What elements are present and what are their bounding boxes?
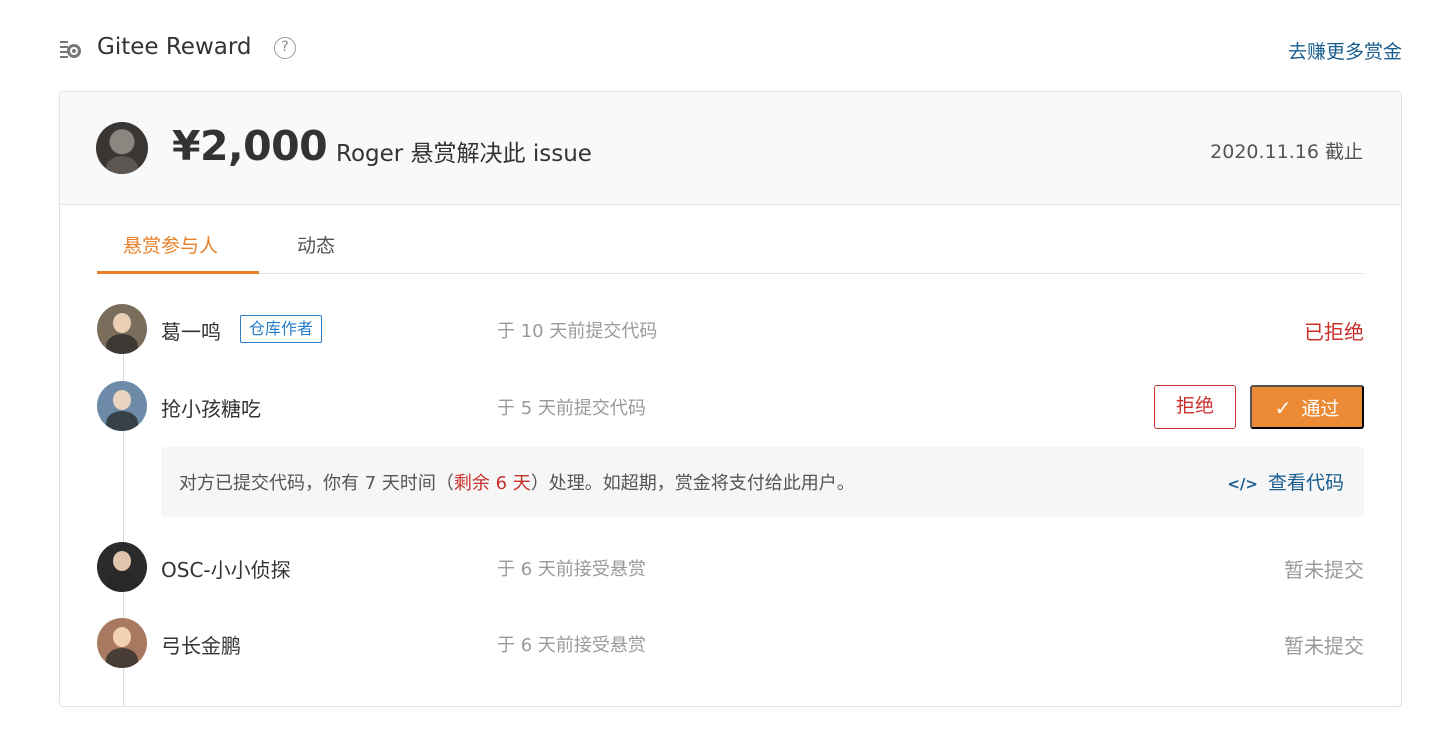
participant-time: 于 10 天前提交代码 [497,321,658,342]
submission-notice: 对方已提交代码，你有 7 天时间（剩余 6 天）处理。如超期，赏金将支付给此用户… [161,447,1364,517]
avatar[interactable] [97,381,147,431]
view-code-label: 查看代码 [1267,472,1344,494]
status-badge: 暂未提交 [1284,634,1364,658]
status-badge: 已拒绝 [1304,320,1364,344]
participant-row: 弓长金鹏 于 6 天前接受悬赏 暂未提交 [97,618,1364,670]
participant-name[interactable]: OSC-小小侦探 [161,554,291,583]
notice-text-before: 对方已提交代码，你有 7 天时间（ [179,473,454,494]
help-icon[interactable]: ? [274,37,296,59]
coin-stack-icon [60,41,81,58]
reward-description: Roger 悬赏解决此 issue [336,141,592,167]
notice-text-after: ）处理。如超期，赏金将支付给此用户。 [530,473,855,494]
participant-time: 于 6 天前接受悬赏 [497,635,646,656]
participant-name[interactable]: 抢小孩糖吃 [161,393,261,422]
repo-author-badge: 仓库作者 [240,315,323,343]
earn-more-link[interactable]: 去赚更多赏金 [1288,37,1402,64]
tab-participants[interactable]: 悬赏参与人 [123,231,218,258]
avatar[interactable] [97,304,147,354]
reward-deadline: 2020.11.16 截止 [1210,141,1363,163]
participant-time: 于 5 天前提交代码 [497,398,646,419]
participant-time: 于 6 天前接受悬赏 [497,559,646,580]
avatar[interactable] [97,618,147,668]
approve-button[interactable]: ✓ 通过 [1250,385,1364,429]
reward-header: Gitee Reward ? 去赚更多赏金 [60,30,1402,68]
participant-row: 抢小孩糖吃 于 5 天前提交代码 拒绝 ✓ 通过 [97,381,1364,433]
participant-row: OSC-小小侦探 于 6 天前接受悬赏 暂未提交 [97,542,1364,594]
code-icon: </> [1227,475,1258,493]
page-title: Gitee Reward [97,34,252,60]
notice-remaining: 剩余 6 天 [453,473,531,494]
participant-row: 葛一鸣 仓库作者 于 10 天前提交代码 已拒绝 [97,304,1364,356]
reward-card: ¥2,000 Roger 悬赏解决此 issue 2020.11.16 截止 悬… [59,91,1402,707]
tab-bar: 悬赏参与人 动态 [97,205,1364,274]
reward-amount: ¥2,000 [172,122,328,170]
approve-label: 通过 [1301,399,1340,420]
notice-text: 对方已提交代码，你有 7 天时间（剩余 6 天）处理。如超期，赏金将支付给此用户… [179,469,855,495]
avatar[interactable] [97,542,147,592]
view-code-link[interactable]: </> 查看代码 [1227,468,1344,495]
active-tab-indicator [97,271,259,274]
reject-button[interactable]: 拒绝 [1154,385,1236,429]
participant-name[interactable]: 葛一鸣 [161,316,221,345]
sponsor-avatar[interactable] [96,122,148,174]
participant-name[interactable]: 弓长金鹏 [161,630,241,659]
tab-activity[interactable]: 动态 [297,231,335,258]
check-icon: ✓ [1274,398,1292,420]
status-badge: 暂未提交 [1284,558,1364,582]
reward-summary: ¥2,000 Roger 悬赏解决此 issue 2020.11.16 截止 [60,92,1401,205]
